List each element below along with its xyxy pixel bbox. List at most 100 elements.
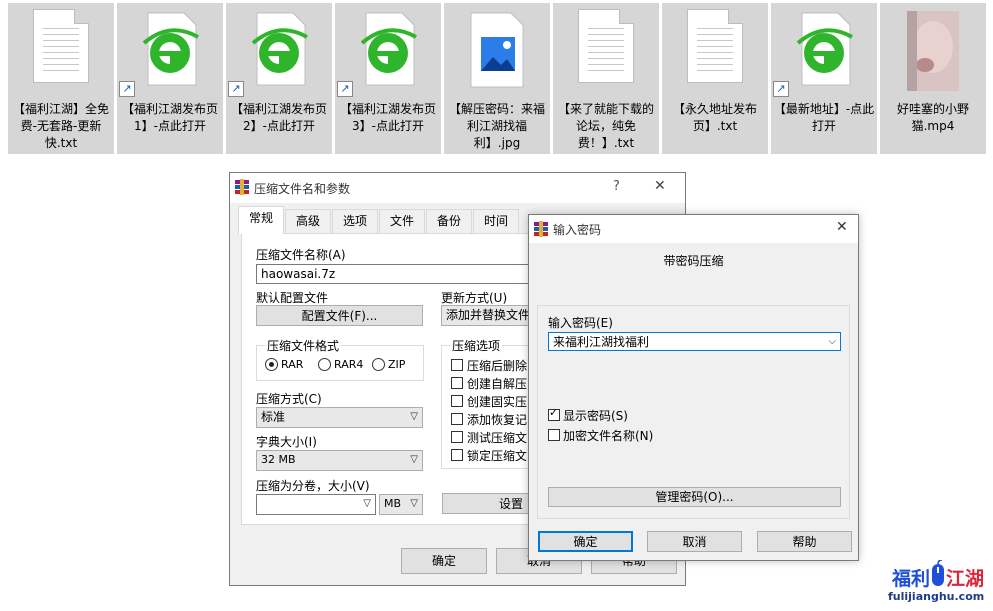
shortcut-arrow-icon: ↗ bbox=[228, 81, 244, 97]
file-video-mp4[interactable]: 好哇塞的小野猫.mp4 bbox=[880, 3, 986, 154]
chevron-down-icon: ▽ bbox=[363, 498, 371, 509]
update-method-select[interactable]: 添加并替换文件 bbox=[441, 305, 536, 326]
option-lock-checkbox[interactable] bbox=[451, 449, 463, 461]
file-label: 【福利江湖】全免费-无套路-更新快.txt bbox=[12, 102, 109, 150]
archive-name-label: 压缩文件名称(A) bbox=[256, 248, 346, 262]
shortcut-arrow-icon: ↗ bbox=[337, 81, 353, 97]
chevron-down-icon[interactable]: ⌵ bbox=[828, 333, 836, 351]
options-group-title: 压缩选项 bbox=[450, 337, 503, 354]
manage-passwords-button[interactable]: 管理密码(O)... bbox=[548, 487, 841, 507]
password-cancel-button[interactable]: 取消 bbox=[647, 531, 742, 552]
file-release-page-3[interactable]: ↗ 【福利江湖发布页3】-点此打开 bbox=[335, 3, 441, 154]
file-label: 【永久地址发布页】.txt bbox=[672, 102, 757, 133]
archive-dialog-title: 压缩文件名和参数 bbox=[254, 182, 351, 196]
watermark-url: fulijianghu.com bbox=[888, 590, 985, 603]
option-recovery-checkbox[interactable] bbox=[451, 413, 463, 425]
option-solid-checkbox[interactable] bbox=[451, 395, 463, 407]
image-file-icon bbox=[470, 12, 524, 88]
tab-time[interactable]: 时间 bbox=[473, 209, 519, 233]
password-help-button[interactable]: 帮助 bbox=[757, 531, 852, 552]
profile-button[interactable]: 配置文件(F)... bbox=[256, 305, 423, 326]
file-label: 【解压密码：来福利江湖找福利】.jpg bbox=[448, 102, 545, 150]
format-rar4-radio[interactable] bbox=[318, 358, 331, 371]
text-file-icon bbox=[578, 9, 634, 83]
compression-method-select[interactable]: 标准 ▽ bbox=[256, 407, 423, 428]
help-question-icon[interactable]: ? bbox=[613, 179, 620, 194]
dictionary-size-label: 字典大小(I) bbox=[256, 435, 317, 449]
archive-name-input[interactable]: haowasai.7z bbox=[256, 264, 536, 284]
winrar-icon bbox=[235, 179, 249, 195]
file-release-page-2[interactable]: ↗ 【福利江湖发布页2】-点此打开 bbox=[226, 3, 332, 154]
file-label: 【福利江湖发布页2】-点此打开 bbox=[230, 102, 327, 133]
tab-advanced[interactable]: 高级 bbox=[285, 209, 331, 233]
split-unit-select[interactable]: MB ▽ bbox=[379, 494, 423, 515]
file-forum-txt[interactable]: 【来了就能下载的论坛，纯免费！】.txt bbox=[553, 3, 659, 154]
mouse-icon bbox=[932, 560, 944, 586]
file-welfare-free-txt[interactable]: 【福利江湖】全免费-无套路-更新快.txt bbox=[8, 3, 114, 154]
password-dialog-title: 输入密码 bbox=[553, 223, 602, 237]
settings-button-label: 设置 bbox=[498, 497, 523, 511]
file-password-jpg[interactable]: 【解压密码：来福利江湖找福利】.jpg bbox=[444, 3, 550, 154]
dictionary-size-value: 32 MB bbox=[261, 453, 296, 466]
password-input[interactable]: 来福利江湖找福利 ⌵ bbox=[548, 332, 841, 351]
show-password-label: 显示密码(S) bbox=[563, 409, 628, 423]
option-sfx-label: 创建自解压 bbox=[467, 377, 528, 391]
file-label: 【最新地址】-点此打开 bbox=[773, 102, 875, 133]
format-rar4-label: RAR4 bbox=[334, 358, 364, 371]
file-release-page-1[interactable]: ↗ 【福利江湖发布页1】-点此打开 bbox=[117, 3, 223, 154]
option-sfx-checkbox[interactable] bbox=[451, 377, 463, 389]
watermark-title-left: 福利 bbox=[892, 568, 931, 590]
password-dialog: 输入密码 ✕ 带密码压缩 输入密码(E) 来福利江湖找福利 ⌵ ✓ 显示密码(S… bbox=[528, 214, 859, 561]
tab-files[interactable]: 文件 bbox=[379, 209, 425, 233]
file-permanent-address-txt[interactable]: 【永久地址发布页】.txt bbox=[662, 3, 768, 154]
chevron-down-icon: ▽ bbox=[410, 498, 418, 509]
profile-label: 默认配置文件 bbox=[256, 291, 329, 305]
file-label: 【福利江湖发布页3】-点此打开 bbox=[339, 102, 436, 133]
update-method-label: 更新方式(U) bbox=[441, 291, 508, 305]
compression-method-value: 标准 bbox=[261, 410, 286, 424]
compression-method-label: 压缩方式(C) bbox=[256, 392, 322, 406]
password-heading: 带密码压缩 bbox=[663, 254, 724, 268]
shortcut-arrow-icon: ↗ bbox=[773, 81, 789, 97]
ie-icon bbox=[796, 12, 853, 86]
option-test-checkbox[interactable] bbox=[451, 431, 463, 443]
text-file-icon bbox=[33, 9, 89, 83]
password-ok-button[interactable]: 确定 bbox=[538, 531, 633, 552]
text-file-icon bbox=[687, 9, 743, 83]
split-unit-value: MB bbox=[384, 497, 402, 510]
winrar-icon bbox=[534, 221, 548, 237]
watermark-logo: 福利 江湖 fulijianghu.com bbox=[888, 560, 988, 608]
ie-icon bbox=[251, 12, 308, 86]
settings-button[interactable]: 设置 bbox=[442, 493, 536, 514]
video-thumbnail-icon bbox=[907, 11, 959, 91]
chevron-down-icon: ▽ bbox=[410, 411, 418, 422]
format-group-title: 压缩文件格式 bbox=[265, 337, 342, 354]
ie-icon bbox=[360, 12, 417, 86]
ie-icon bbox=[142, 12, 199, 86]
tab-backup[interactable]: 备份 bbox=[426, 209, 472, 233]
check-icon: ✓ bbox=[549, 406, 559, 419]
option-delete-after-label: 压缩后删除 bbox=[467, 359, 528, 373]
tab-general[interactable]: 常规 bbox=[238, 206, 284, 234]
show-password-checkbox[interactable]: ✓ bbox=[548, 406, 560, 421]
option-delete-after-checkbox[interactable] bbox=[451, 359, 463, 371]
option-lock-label: 锁定压缩文 bbox=[467, 449, 528, 463]
dictionary-size-select[interactable]: 32 MB ▽ bbox=[256, 450, 423, 471]
close-icon[interactable]: ✕ bbox=[654, 178, 666, 194]
file-label: 好哇塞的小野猫.mp4 bbox=[896, 102, 969, 133]
chevron-down-icon: ▽ bbox=[410, 454, 418, 465]
shortcut-arrow-icon: ↗ bbox=[119, 81, 135, 97]
file-label: 【来了就能下载的论坛，纯免费！】.txt bbox=[557, 102, 654, 150]
format-rar-radio[interactable] bbox=[265, 358, 278, 371]
encrypt-filenames-checkbox[interactable] bbox=[548, 429, 560, 441]
split-volume-input[interactable]: ▽ bbox=[256, 494, 376, 515]
password-value: 来福利江湖找福利 bbox=[553, 335, 650, 349]
close-icon[interactable]: ✕ bbox=[836, 219, 848, 235]
format-zip-radio[interactable] bbox=[372, 358, 385, 371]
file-latest-address[interactable]: ↗ 【最新地址】-点此打开 bbox=[771, 3, 877, 154]
format-zip-label: ZIP bbox=[388, 358, 406, 371]
archive-ok-button[interactable]: 确定 bbox=[401, 548, 487, 574]
file-label: 【福利江湖发布页1】-点此打开 bbox=[121, 102, 218, 133]
split-volume-label: 压缩为分卷，大小(V) bbox=[256, 479, 370, 493]
tab-options[interactable]: 选项 bbox=[332, 209, 378, 233]
